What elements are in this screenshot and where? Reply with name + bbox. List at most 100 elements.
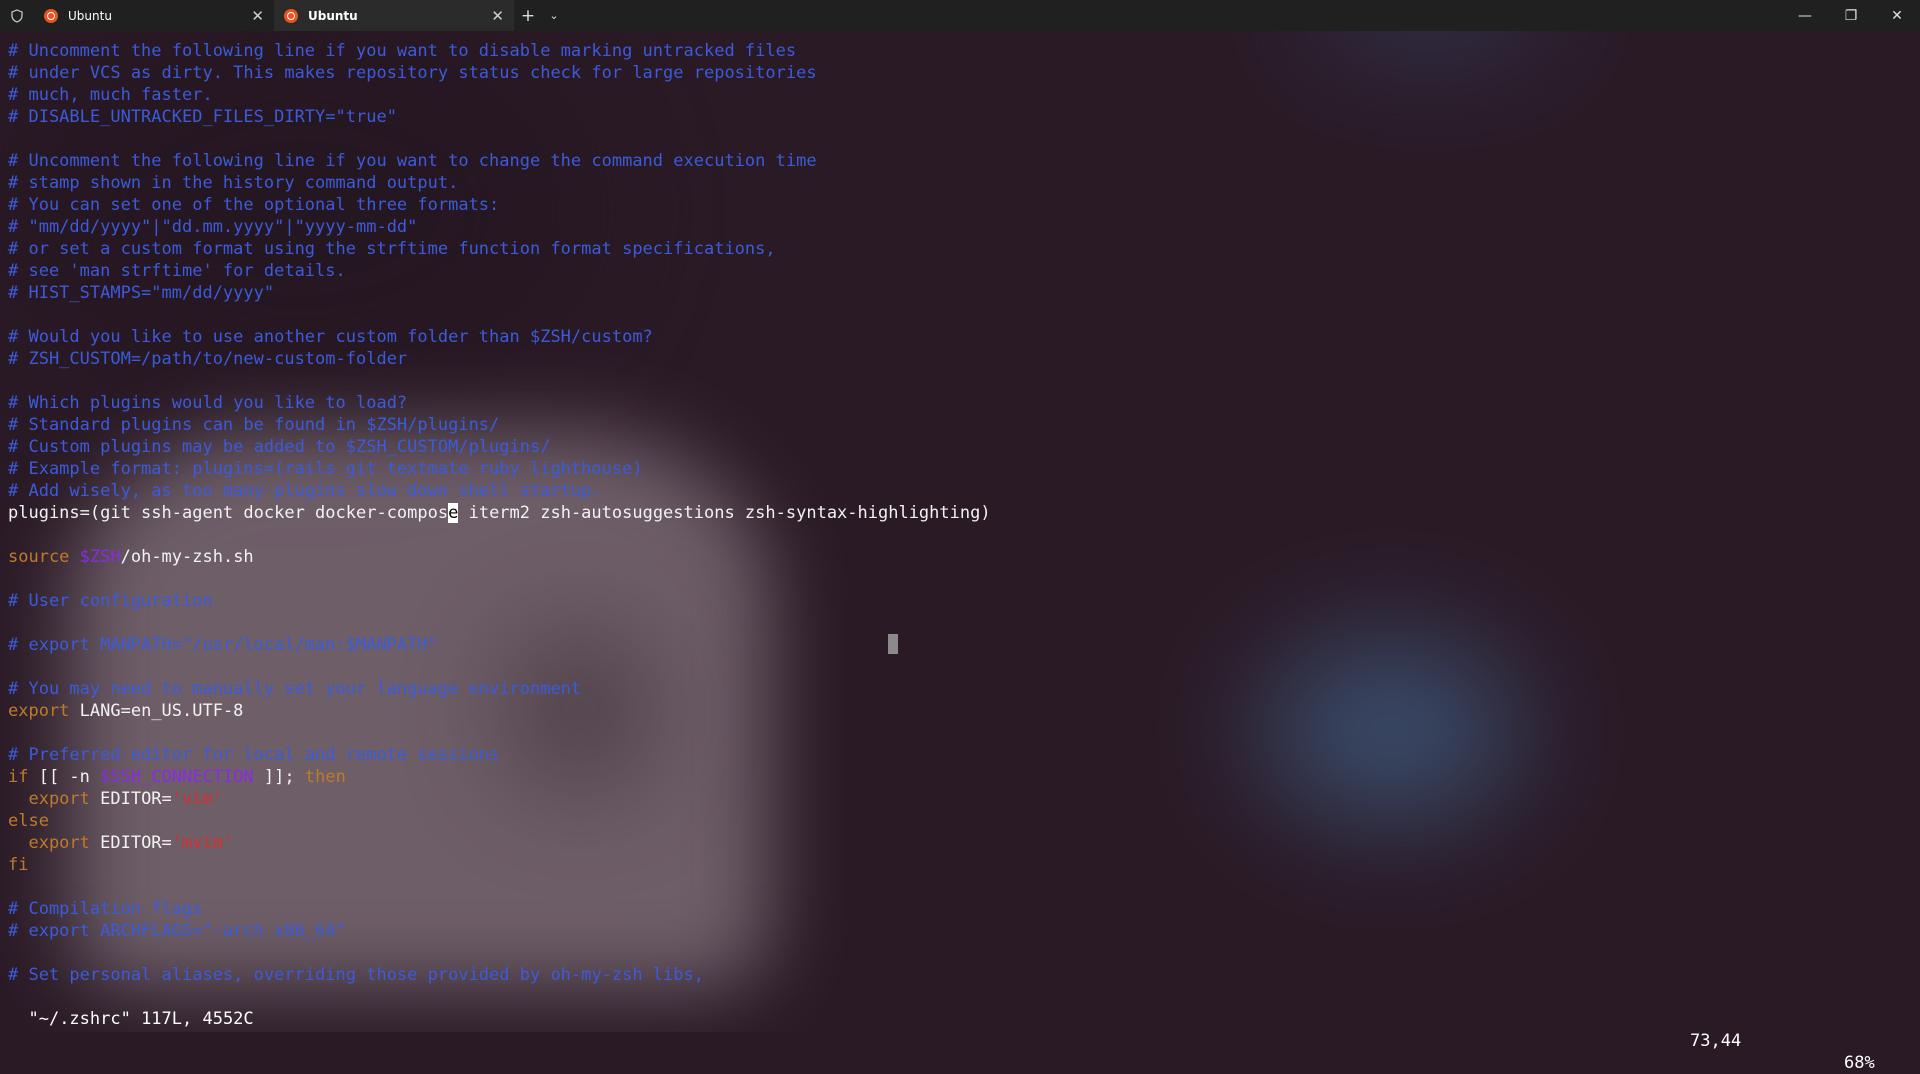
- close-window-button[interactable]: ✕: [1874, 0, 1920, 31]
- code-token: EDITOR=: [100, 789, 172, 809]
- ubuntu-logo-icon: [284, 8, 298, 23]
- editor-line: # see 'man strftime' for details.: [8, 260, 1912, 282]
- code-token: plugins=(git ssh-agent docker docker-com…: [8, 503, 449, 523]
- editor-line: # Add wisely, as too many plugins slow d…: [8, 480, 1912, 502]
- editor-line: # Which plugins would you like to load?: [8, 392, 1912, 414]
- editor-line: # HIST_STAMPS="mm/dd/yyyy": [8, 282, 1912, 304]
- editor-line: # You may need to manually set your lang…: [8, 678, 1912, 700]
- code-token: export: [8, 701, 80, 721]
- code-token: # ZSH_CUSTOM=/path/to/new-custom-folder: [8, 349, 408, 369]
- code-token: LANG=en_US.UTF-8: [79, 701, 244, 721]
- editor-line: # Uncomment the following line if you wa…: [8, 40, 1912, 62]
- code-token: # Compilation flags: [8, 899, 203, 919]
- ubuntu-logo-icon: [44, 8, 58, 23]
- editor-line: # "mm/dd/yyyy"|"dd.mm.yyyy"|"yyyy-mm-dd": [8, 216, 1912, 238]
- code-token: # User configuration: [8, 591, 213, 611]
- window-controls: — ❐ ✕: [1782, 0, 1920, 31]
- editor-line: # much, much faster.: [8, 84, 1912, 106]
- editor-line: export EDITOR='mvim': [8, 832, 1912, 854]
- tab-dropdown-button[interactable]: ⌄: [542, 9, 566, 22]
- code-token: # HIST_STAMPS="mm/dd/yyyy": [8, 283, 275, 303]
- code-token: # Set personal aliases, overriding those…: [8, 965, 704, 985]
- editor-line: # Would you like to use another custom f…: [8, 326, 1912, 348]
- text-cursor: e: [448, 503, 459, 523]
- editor-line: export LANG=en_US.UTF-8: [8, 700, 1912, 722]
- code-token: # under VCS as dirty. This makes reposit…: [8, 63, 817, 83]
- code-token: # export MANPATH="/usr/local/man:$MANPAT…: [8, 635, 438, 655]
- minimize-button[interactable]: —: [1782, 0, 1828, 31]
- editor-line: # Custom plugins may be added to $ZSH_CU…: [8, 436, 1912, 458]
- editor-line: # Example format: plugins=(rails git tex…: [8, 458, 1912, 480]
- editor-line: # Uncomment the following line if you wa…: [8, 150, 1912, 172]
- editor-line: # ZSH_CUSTOM=/path/to/new-custom-folder: [8, 348, 1912, 370]
- tab-close-icon[interactable]: ✕: [491, 7, 504, 25]
- editor-line: # or set a custom format using the strft…: [8, 238, 1912, 260]
- code-token: # You can set one of the optional three …: [8, 195, 500, 215]
- editor-line: else: [8, 810, 1912, 832]
- code-token: # Preferred editor for local and remote …: [8, 745, 500, 765]
- editor-line: # Standard plugins can be found in $ZSH/…: [8, 414, 1912, 436]
- code-token: [[ -n: [38, 767, 101, 787]
- editor-line: export EDITOR='vim': [8, 788, 1912, 810]
- code-token: export: [8, 789, 101, 809]
- cursor-position: 73,44: [1690, 1031, 1742, 1051]
- tab-close-icon[interactable]: ✕: [251, 7, 264, 25]
- editor-line: # export MANPATH="/usr/local/man:$MANPAT…: [8, 634, 1912, 656]
- code-token: # Would you like to use another custom f…: [8, 327, 653, 347]
- code-token: # stamp shown in the history command out…: [8, 173, 459, 193]
- code-token: # "mm/dd/yyyy"|"dd.mm.yyyy"|"yyyy-mm-dd": [8, 217, 418, 237]
- vim-editor-buffer[interactable]: # Uncomment the following line if you wa…: [8, 40, 1912, 986]
- vim-status-line: "~/.zshrc" 117L, 4552C 73,44 68%: [8, 986, 1912, 1073]
- editor-line: plugins=(git ssh-agent docker docker-com…: [8, 502, 1912, 524]
- code-token: iterm2 zsh-autosuggestions zsh-syntax-hi…: [458, 503, 991, 523]
- code-token: 'vim': [171, 789, 223, 809]
- code-token: # Standard plugins can be found in $ZSH/…: [8, 415, 500, 435]
- code-token: if: [8, 767, 39, 787]
- tab-title: Ubuntu: [308, 8, 358, 23]
- code-token: ]];: [253, 767, 305, 787]
- editor-line: # export ARCHFLAGS="-arch x86_64": [8, 920, 1912, 942]
- code-token: # Uncomment the following line if you wa…: [8, 41, 797, 61]
- code-token: fi: [8, 855, 29, 875]
- editor-line: # Preferred editor for local and remote …: [8, 744, 1912, 766]
- code-token: /oh-my-zsh.sh: [120, 547, 254, 567]
- editor-line: # stamp shown in the history command out…: [8, 172, 1912, 194]
- editor-line: # Compilation flags: [8, 898, 1912, 920]
- code-token: # export ARCHFLAGS="-arch x86_64": [8, 921, 346, 941]
- mouse-text-cursor: [888, 634, 898, 654]
- file-info: "~/.zshrc" 117L, 4552C: [28, 1009, 254, 1029]
- code-token: EDITOR=: [100, 833, 172, 853]
- tab-bar: Ubuntu ✕ Ubuntu ✕ + ⌄ — ❐ ✕: [0, 0, 1920, 31]
- code-token: export: [8, 833, 101, 853]
- tab-ubuntu-2[interactable]: Ubuntu ✕: [274, 0, 514, 31]
- code-token: # DISABLE_UNTRACKED_FILES_DIRTY="true": [8, 107, 397, 127]
- tab-ubuntu-1[interactable]: Ubuntu ✕: [34, 0, 274, 31]
- editor-line: # DISABLE_UNTRACKED_FILES_DIRTY="true": [8, 106, 1912, 128]
- editor-line: # Set personal aliases, overriding those…: [8, 964, 1912, 986]
- scroll-percent: 68%: [1844, 1053, 1875, 1073]
- maximize-button[interactable]: ❐: [1828, 0, 1874, 31]
- code-token: # Add wisely, as too many plugins slow d…: [8, 481, 602, 501]
- tab-title: Ubuntu: [68, 8, 112, 23]
- code-token: # Custom plugins may be added to $ZSH_CU…: [8, 437, 551, 457]
- editor-line: # User configuration: [8, 590, 1912, 612]
- shield-icon[interactable]: [0, 8, 34, 23]
- new-tab-button[interactable]: +: [514, 6, 542, 26]
- code-token: # or set a custom format using the strft…: [8, 239, 776, 259]
- code-token: # Example format: plugins=(rails git tex…: [8, 459, 643, 479]
- code-token: source: [8, 547, 80, 567]
- code-token: else: [8, 811, 49, 831]
- editor-line: source $ZSH/oh-my-zsh.sh: [8, 546, 1912, 568]
- code-token: then: [304, 767, 346, 787]
- code-token: # You may need to manually set your lang…: [8, 679, 582, 699]
- code-token: # see 'man strftime' for details.: [8, 261, 346, 281]
- code-token: $ZSH: [79, 547, 121, 567]
